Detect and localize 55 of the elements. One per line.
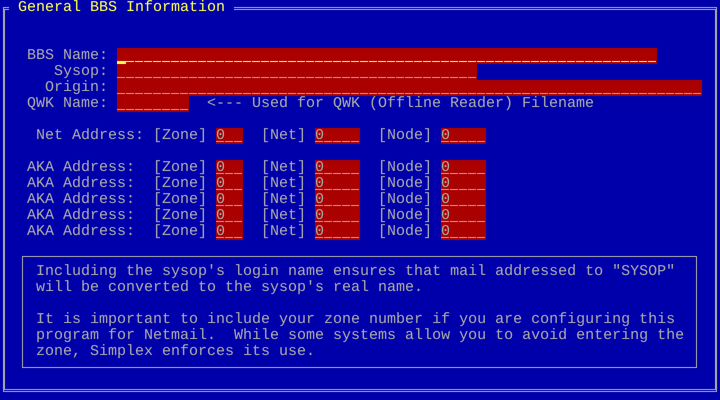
node-label: [Node]	[378, 176, 432, 192]
address-label: AKA Address:	[27, 208, 136, 224]
text-field[interactable]: 0	[441, 128, 486, 144]
text-field[interactable]: 0	[216, 160, 244, 176]
text-field[interactable]: 0	[441, 160, 486, 176]
window-title: General BBS Information	[17, 0, 226, 16]
text-field[interactable]: 0	[315, 208, 360, 224]
net-label: [Net]	[261, 176, 306, 192]
node-label: [Node]	[378, 192, 432, 208]
address-label: AKA Address:	[27, 224, 136, 240]
help-text: Including the sysop's login name ensures that mail addressed to "SYSOP" will be converted to the sysop's real name.	[36, 264, 676, 296]
text-field[interactable]: 0	[216, 192, 244, 208]
text-field[interactable]: 0	[216, 208, 244, 224]
text-field[interactable]: 0	[315, 192, 360, 208]
text-field[interactable]: 0	[441, 192, 486, 208]
text-field[interactable]: 0	[441, 208, 486, 224]
text-field[interactable]: 0	[216, 176, 244, 192]
zone-label: [Zone]	[153, 224, 208, 240]
text-field[interactable]	[117, 96, 189, 112]
hint-text: <--- Used for QWK (Offline Reader) Filename	[207, 96, 594, 112]
text-field[interactable]: 0	[441, 176, 486, 192]
help-text: It is important to include your zone number if you are configuring this program for Netmail. While some systems allow you to avoid entering the zone, Simplex enforces its use.	[36, 312, 686, 360]
text-field[interactable]	[117, 64, 478, 80]
net-label: [Net]	[261, 208, 306, 224]
field-label: Origin:	[44, 80, 108, 96]
address-label: AKA Address:	[27, 192, 136, 208]
text-field[interactable]: 0	[315, 128, 360, 144]
net-label: [Net]	[261, 160, 306, 176]
node-label: [Node]	[378, 160, 432, 176]
zone-label: [Zone]	[153, 128, 208, 144]
text-field[interactable]: 0	[315, 224, 360, 240]
net-label: [Net]	[261, 192, 306, 208]
text-field[interactable]: 0	[315, 176, 360, 192]
text-field[interactable]	[117, 48, 658, 64]
zone-label: [Zone]	[153, 176, 208, 192]
node-label: [Node]	[378, 208, 432, 224]
text-field[interactable]: 0	[216, 128, 244, 144]
zone-label: [Zone]	[153, 160, 208, 176]
field-label: Sysop:	[54, 64, 108, 80]
text-field[interactable]: 0	[315, 160, 360, 176]
net-label: [Net]	[261, 224, 306, 240]
text-field[interactable]: 0	[216, 224, 244, 240]
field-label: BBS Name:	[27, 48, 108, 64]
field-label: QWK Name:	[27, 96, 108, 112]
text-cursor	[117, 61, 126, 64]
zone-label: [Zone]	[153, 208, 208, 224]
text-field[interactable]	[117, 80, 702, 96]
node-label: [Node]	[378, 224, 432, 240]
text-field[interactable]: 0	[441, 224, 486, 240]
address-label: AKA Address:	[27, 160, 136, 176]
address-label: AKA Address:	[27, 176, 136, 192]
zone-label: [Zone]	[153, 192, 208, 208]
net-label: [Net]	[261, 128, 306, 144]
node-label: [Node]	[378, 128, 432, 144]
address-label: Net Address:	[36, 128, 144, 144]
